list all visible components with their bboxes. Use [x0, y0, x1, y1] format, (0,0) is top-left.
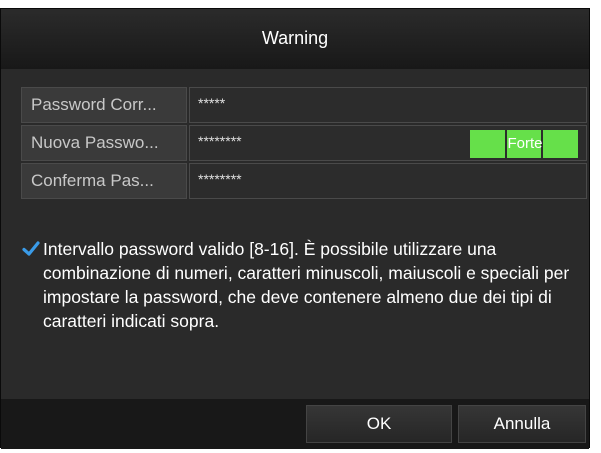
strength-label: Forte	[507, 135, 543, 152]
checkmark-icon	[22, 241, 40, 256]
confirm-password-label: Conferma Pas...	[21, 163, 187, 199]
requirements-text: Intervallo password valido [8-16]. È pos…	[43, 239, 570, 331]
dialog-title-bar: Warning	[1, 9, 589, 70]
current-password-label: Password Corr...	[21, 87, 187, 123]
new-password-label: Nuova Passwo...	[21, 125, 187, 161]
dialog-footer: OK Annulla	[1, 399, 589, 449]
password-strength-meter: Forte	[470, 130, 580, 158]
dialog-title: Warning	[261, 28, 329, 48]
current-password-field[interactable]: *****	[189, 87, 587, 123]
ok-button[interactable]: OK	[306, 405, 452, 443]
confirm-password-field[interactable]: ********	[189, 163, 587, 199]
password-requirements-note: Intervallo password valido [8-16]. È pos…	[21, 237, 586, 333]
dialog-body: Password Corr... ***** Nuova Passwo... *…	[1, 69, 589, 399]
confirm-password-row: Conferma Pas... ********	[21, 163, 587, 199]
new-password-row: Nuova Passwo... ******** Forte	[21, 125, 587, 161]
warning-dialog: Warning Password Corr... ***** Nuova Pas…	[0, 8, 590, 449]
current-password-row: Password Corr... *****	[21, 87, 587, 123]
new-password-value: ********	[198, 133, 242, 149]
password-form: Password Corr... ***** Nuova Passwo... *…	[21, 87, 587, 201]
cancel-button[interactable]: Annulla	[458, 405, 586, 443]
new-password-field[interactable]: ******** Forte	[189, 125, 587, 161]
